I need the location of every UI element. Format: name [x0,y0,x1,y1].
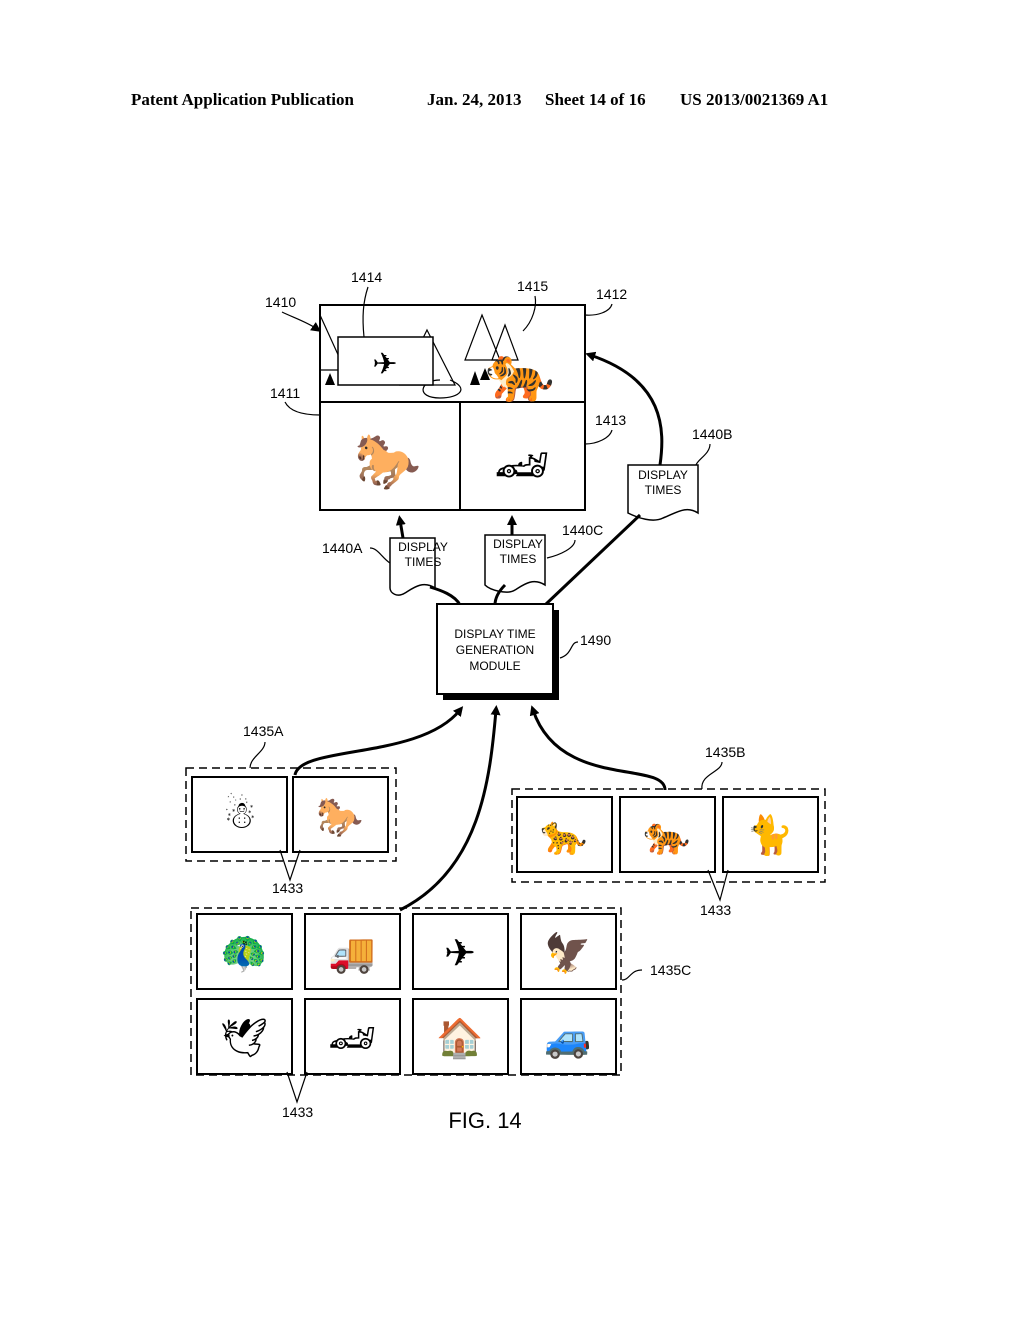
airplane-icon: ✈ [372,347,397,382]
label-1440b: 1440B [692,426,732,442]
pickup-truck-icon: 🚙 [544,1016,591,1061]
label-1410: 1410 [265,294,296,310]
doc-1440b-line2: TIMES [645,483,682,497]
module-line3: MODULE [469,659,520,673]
peacock-icon: 🦚 [220,931,267,975]
house-icon: 🏠 [436,1016,483,1060]
tiger-icon: 🐅 [643,813,690,857]
label-1433-c: 1433 [282,1104,313,1120]
dump-truck-icon: 🚚 [328,931,375,975]
fighter-jet-icon: ✈ [444,931,476,975]
doc-1440b-line1: DISPLAY [638,468,688,482]
conn-module-1440a [429,585,462,606]
doc-1440c-line2: TIMES [500,552,537,566]
label-1433-b: 1433 [700,902,731,918]
label-1414: 1414 [351,269,382,285]
arrow-1435a-to-module [293,706,464,776]
label-1435c: 1435C [650,962,691,978]
horse-riders-icon: 🐎 [354,430,421,493]
label-1490: 1490 [580,632,611,648]
module-line2: GENERATION [456,643,534,657]
cat-icon: 🐈 [746,813,793,857]
group-1435c: 🦚 🚚 ✈ 🦅 🕊 🏎 🏠 🚙 1435C 1433 [190,907,691,1120]
horse-riders-icon: 🐎 [316,795,363,839]
label-1440a: 1440A [322,540,363,556]
tiger-icon: 🐅 [485,341,555,406]
doc-1440a-line1: DISPLAY [398,540,448,554]
arrow-to-1411 [395,515,406,539]
arrow-1435b-to-module [529,705,667,791]
race-car-icon: 🏎 [328,1016,376,1060]
arrow-to-1412 [585,351,664,466]
label-1411: 1411 [270,385,300,401]
race-car-icon: 🏎 [494,440,550,491]
label-1412: 1412 [596,286,627,302]
display-times-1440c: DISPLAY TIMES 1440C [484,522,603,593]
doc-1440c-line1: DISPLAY [493,537,543,551]
flying-bird-icon: 🕊 [220,1016,268,1060]
group-1435b: 🐆 🐅 🐈 1435B 1433 [511,744,826,918]
figure-caption: FIG. 14 [448,1108,521,1133]
display-times-1440b: DISPLAY TIMES 1440B [627,426,732,521]
label-1435a: 1435A [243,723,284,739]
display-1410: ✈ 🐅 🐎 🏎 1410 1414 1415 1412 1411 1413 [265,269,627,511]
snowman-snowmobile-icon: ☃ [223,792,257,837]
doc-1440a-line2: TIMES [405,555,442,569]
label-1435b: 1435B [705,744,745,760]
label-1413: 1413 [595,412,626,428]
display-time-generation-module: DISPLAY TIME GENERATION MODULE 1490 [436,603,611,700]
label-1433-a: 1433 [272,880,303,896]
arrow-1435c-to-module [399,705,501,912]
patent-figure: ✈ 🐅 🐎 🏎 1410 1414 1415 1412 1411 1413 DI… [185,269,826,1133]
cheetah-icon: 🐆 [540,813,587,857]
label-1415: 1415 [517,278,548,294]
label-1440c: 1440C [562,522,603,538]
module-line1: DISPLAY TIME [454,627,535,641]
eagle-icon: 🦅 [544,930,591,975]
display-times-1440a: DISPLAY TIMES 1440A [322,537,448,596]
